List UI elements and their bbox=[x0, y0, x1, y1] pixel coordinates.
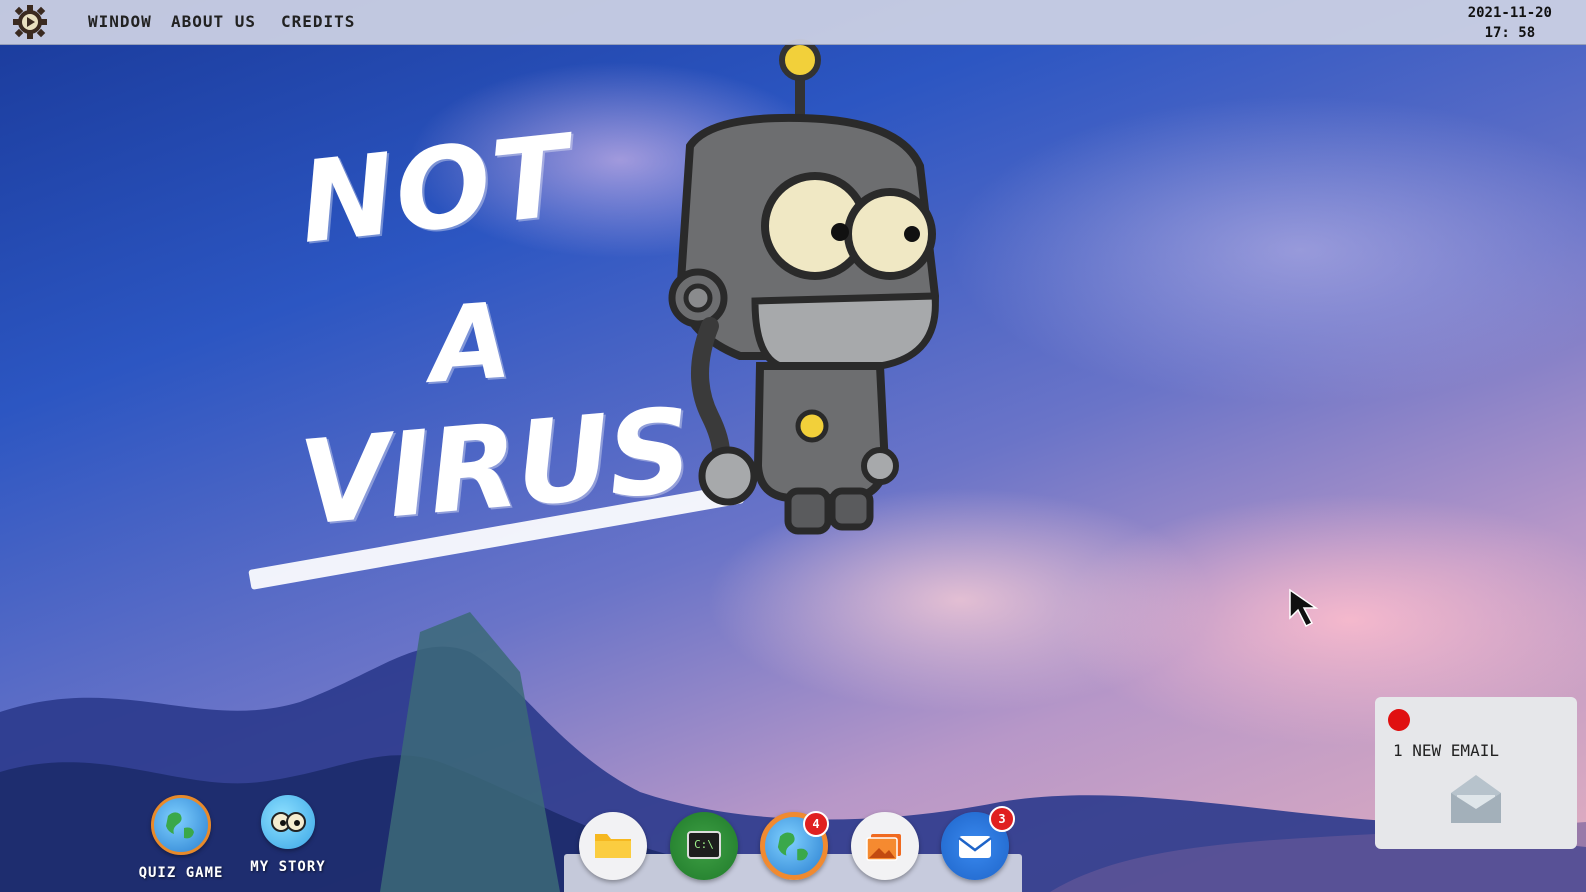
notification-badge: 3 bbox=[989, 806, 1015, 832]
desktop-icon-label: QUIZ GAME bbox=[138, 865, 224, 881]
menu-about-us[interactable]: ABOUT US bbox=[171, 12, 256, 31]
notification-text: 1 NEW EMAIL bbox=[1393, 741, 1499, 760]
top-menu-bar: WINDOW ABOUT US CREDITS 2021-11-20 17: 5… bbox=[0, 0, 1586, 45]
menu-credits[interactable]: CREDITS bbox=[281, 12, 355, 31]
email-notification-card[interactable]: 1 NEW EMAIL bbox=[1375, 697, 1577, 849]
desktop: NOT A VIRUS QUIZ GAME MY STORY C:\ 4 3 1… bbox=[0, 0, 1586, 892]
desktop-icon-my-story[interactable]: MY STORY bbox=[238, 795, 338, 875]
globe-icon bbox=[151, 795, 211, 855]
robot-icon bbox=[668, 39, 940, 535]
status-dot bbox=[1388, 709, 1410, 731]
dock-mail-button[interactable]: 3 bbox=[941, 806, 1015, 880]
desktop-icon-quiz-game[interactable]: QUIZ GAME bbox=[131, 795, 231, 881]
mouse-cursor-icon bbox=[1289, 588, 1319, 628]
terminal-prompt-text: C:\ bbox=[694, 838, 714, 851]
dock-browser-button[interactable]: 4 bbox=[760, 811, 829, 880]
dock-folder-button[interactable] bbox=[579, 812, 647, 880]
desktop-icon-label: MY STORY bbox=[250, 859, 326, 875]
envelope-icon bbox=[1451, 775, 1501, 823]
clock-time: 17: 58 bbox=[1484, 25, 1536, 41]
dock-photos-button[interactable] bbox=[851, 812, 919, 880]
folder-icon bbox=[595, 834, 631, 858]
clock: 2021-11-20 17: 58 bbox=[1468, 3, 1552, 43]
eyes-icon bbox=[261, 795, 315, 849]
gear-logo-icon[interactable] bbox=[12, 4, 48, 40]
clock-date: 2021-11-20 bbox=[1467, 5, 1552, 21]
notification-badge: 4 bbox=[803, 811, 829, 837]
photos-icon bbox=[866, 834, 901, 861]
menu-window[interactable]: WINDOW bbox=[88, 12, 152, 31]
dock-terminal-button[interactable]: C:\ bbox=[670, 812, 738, 880]
title-word-not: NOT bbox=[293, 111, 578, 269]
title-word-a: A bbox=[425, 279, 515, 407]
